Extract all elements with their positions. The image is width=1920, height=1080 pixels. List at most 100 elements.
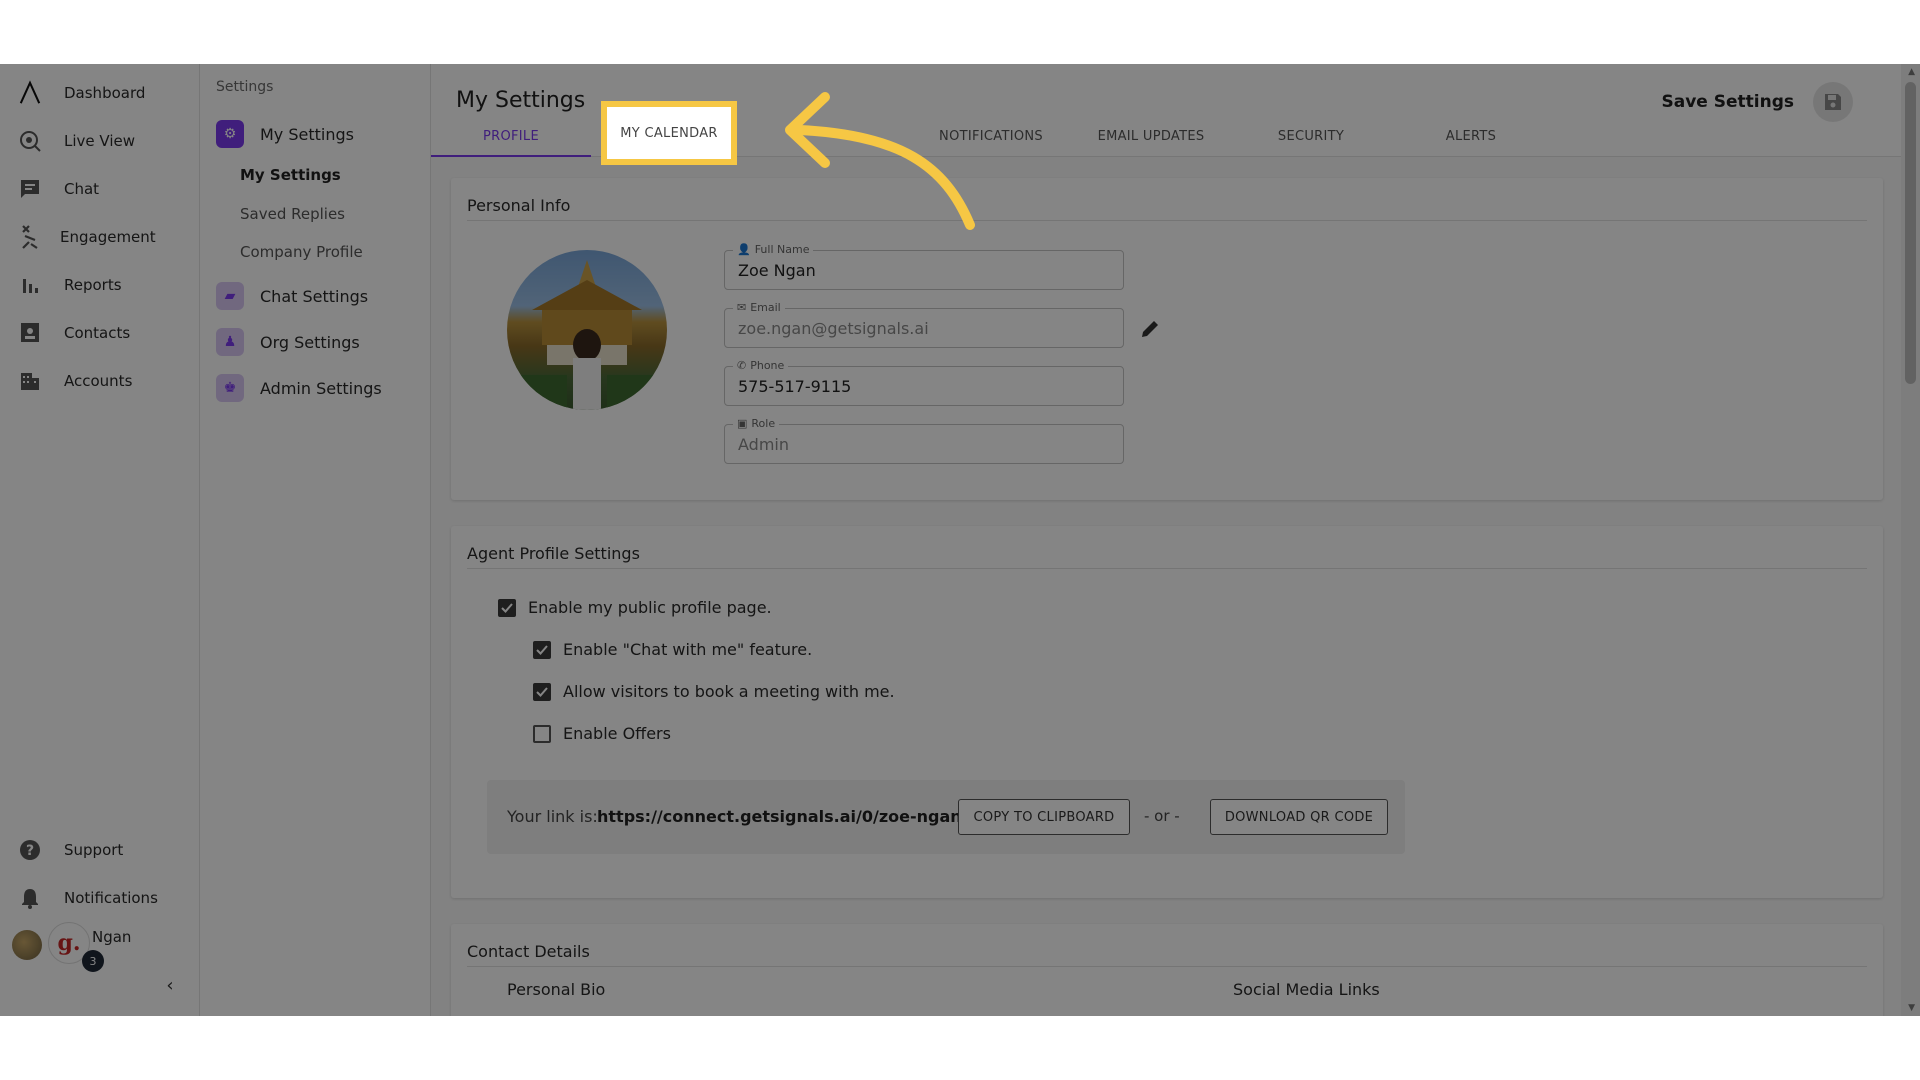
avatar [12,930,42,960]
link-prefix: Your link is: [507,807,598,826]
checkbox-label: Enable Offers [563,724,671,743]
subnav-group-label: Chat Settings [260,286,369,306]
subnav-item-company-profile[interactable]: Company Profile [240,243,363,261]
photo-illustration [507,260,667,410]
subnav-group-my-settings[interactable]: ⚙ My Settings [216,118,354,150]
chat-settings-icon: ▰ [216,282,244,310]
nav-label: Dashboard [64,84,146,102]
live-view-icon [18,129,42,153]
vertical-scrollbar[interactable]: ▲ ▼ [1901,64,1920,1016]
admin-settings-icon: ♚ [216,374,244,402]
field-label: ✆ Phone [733,359,789,372]
subnav-item-my-settings[interactable]: My Settings [240,166,341,184]
scroll-thumb[interactable] [1905,82,1916,384]
checkbox-label: Enable "Chat with me" feature. [563,640,813,659]
card-title: Contact Details [467,942,590,961]
download-qr-code-button[interactable]: DOWNLOAD QR CODE [1210,799,1388,835]
person-icon: 👤 [737,243,751,256]
field-value: zoe.ngan@getsignals.ai [738,319,929,338]
nav-label: Contacts [64,324,131,342]
nav-item-live-view[interactable]: Live View [0,121,200,161]
field-value: Zoe Ngan [738,261,816,280]
checkbox-label: Enable my public profile page. [528,598,772,617]
field-label-text: Role [751,417,776,430]
field-label-text: Phone [750,359,785,372]
checkbox-unchecked-icon [533,724,551,743]
or-separator: - or - [1144,807,1180,825]
nav-label: Live View [64,132,135,150]
nav-item-contacts[interactable]: Contacts [0,313,200,353]
tab-security[interactable]: SECURITY [1231,123,1391,157]
checkbox-enable-offers[interactable]: Enable Offers [533,724,671,743]
subnav-group-admin-settings[interactable]: ♚ Admin Settings [216,372,382,404]
save-button[interactable] [1813,82,1853,122]
field-value: Admin [738,435,789,454]
subnav-item-saved-replies[interactable]: Saved Replies [240,205,345,223]
pencil-icon[interactable] [1139,318,1163,342]
briefcase-icon: ▣ [737,417,748,430]
engagement-icon [18,225,42,249]
role-field: ▣ Role Admin [724,417,1124,464]
nav-item-chat[interactable]: Chat [0,169,200,209]
full-name-field[interactable]: 👤 Full Name Zoe Ngan [724,243,1124,290]
subnav-group-label: Org Settings [260,332,360,352]
subnav-group-org-settings[interactable]: ♟ Org Settings [216,326,360,358]
nav-item-engagement[interactable]: Engagement [0,217,200,257]
field-label: ▣ Role [733,417,780,430]
scroll-down-icon[interactable]: ▼ [1908,1003,1915,1013]
contacts-icon [18,321,42,345]
agent-profile-card: Agent Profile Settings Enable my public … [451,526,1883,898]
subnav-title: Settings [216,79,274,95]
notification-badge: 3 [82,950,104,972]
checkbox-book-meeting[interactable]: Allow visitors to book a meeting with me… [533,682,895,701]
nav-label: Reports [64,276,122,294]
nav-item-reports[interactable]: Reports [0,265,200,305]
save-settings-label: Save Settings [1661,92,1795,112]
tab-my-calendar[interactable]: MY CALENDAR [601,101,737,165]
tutorial-arrow-icon [785,92,975,230]
field-label: ✉ Email [733,301,785,314]
bell-icon [18,886,42,910]
divider [467,568,1867,569]
nav-label: Notifications [64,889,158,907]
subnav-group-label: My Settings [260,124,354,144]
card-title: Personal Info [467,196,571,215]
nav-item-notifications[interactable]: Notifications [0,878,200,918]
field-label: 👤 Full Name [733,243,814,256]
gear-icon: ⚙ [216,120,244,148]
tab-profile[interactable]: PROFILE [431,123,591,157]
help-icon: ? [18,838,42,862]
user-name: Ngan [92,928,132,946]
chevron-left-icon[interactable]: ‹ [160,976,180,996]
public-link-url[interactable]: https://connect.getsignals.ai/0/zoe-ngan [597,807,962,826]
profile-photo[interactable] [507,250,667,410]
main-content: My Settings Save Settings PROFILE NOTIFI… [431,64,1920,1016]
personal-info-card: Personal Info 👤 Full Name Zoe Ngan ✉ Ema… [451,178,1883,500]
user-profile[interactable]: g. 3 Ngan [12,922,192,972]
nav-label: Chat [64,180,100,198]
nav-label: Accounts [64,372,133,390]
social-media-links-label: Social Media Links [1233,980,1380,999]
copy-to-clipboard-button[interactable]: COPY TO CLIPBOARD [958,799,1130,835]
field-label-text: Email [750,301,781,314]
divider [467,966,1867,967]
tab-email-updates[interactable]: EMAIL UPDATES [1071,123,1231,157]
email-field: ✉ Email zoe.ngan@getsignals.ai [724,301,1124,348]
scroll-up-icon[interactable]: ▲ [1908,67,1915,77]
nav-label: Engagement [60,228,156,246]
page-title: My Settings [456,88,586,113]
checkbox-checked-icon [533,640,551,659]
nav-item-support[interactable]: ? Support [0,830,200,870]
svg-text:?: ? [26,843,34,859]
checkbox-checked-icon [498,598,516,617]
card-title: Agent Profile Settings [467,544,640,563]
phone-field[interactable]: ✆ Phone 575-517-9115 [724,359,1124,406]
bar-chart-icon [18,273,42,297]
checkbox-public-profile[interactable]: Enable my public profile page. [498,598,772,617]
subnav-group-chat-settings[interactable]: ▰ Chat Settings [216,280,368,312]
checkbox-checked-icon [533,682,551,701]
checkbox-chat-with-me[interactable]: Enable "Chat with me" feature. [533,640,812,659]
nav-item-dashboard[interactable]: Dashboard [0,73,200,113]
nav-item-accounts[interactable]: Accounts [0,361,200,401]
tab-alerts[interactable]: ALERTS [1391,123,1551,157]
